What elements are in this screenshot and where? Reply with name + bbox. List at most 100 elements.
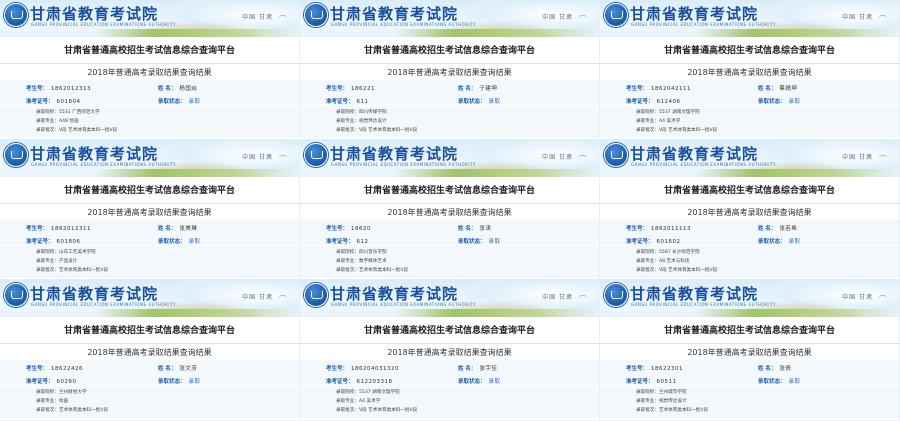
banner-grass-graphic xyxy=(95,309,299,317)
name-value: 张文芳 xyxy=(179,366,198,372)
batch-label: 录取批次： xyxy=(336,128,359,133)
exam-number-value: 186204031320 xyxy=(351,366,400,372)
result-title: 2018年普通高考录取结果查询结果 xyxy=(387,208,512,217)
banner-grass-graphic xyxy=(395,29,599,37)
banner-grass-graphic xyxy=(395,309,599,317)
site-name[interactable]: 甘肃省教育考试院 xyxy=(330,143,458,164)
region-label: 中国 甘肃 xyxy=(242,14,273,21)
platform-title: 甘肃省普通高校招生考试信息综合查询平台 xyxy=(663,46,835,56)
ticket-number-row: 准考证号： 60511 xyxy=(626,377,677,388)
school-value: 山东工艺美术学院 xyxy=(58,250,96,255)
exam-number-value: 1862042111 xyxy=(651,86,692,92)
exam-number-label: 考生号： xyxy=(26,86,49,92)
ticket-number-row: 准考证号： 612203318 xyxy=(326,377,393,388)
admission-info-table: 考生号： 18622426 姓 名： 张文芳 准考证号： 60260 录取状态： 录取 … xyxy=(0,360,299,418)
region-label: 中国 甘肃 xyxy=(842,14,873,21)
major-row: 录取专业：视觉传达设计 xyxy=(336,118,387,124)
exam-authority-logo-icon[interactable] xyxy=(604,3,628,27)
name-value: 于建坤 xyxy=(479,86,498,92)
batch-value: 艺术体育类本科一批V段 xyxy=(658,408,709,413)
batch-row: 录取批次：艺术体育类本科一批V段 xyxy=(36,407,108,413)
region-label: 中国 甘肃 xyxy=(542,154,573,161)
school-value: 兰州财经大学 xyxy=(58,390,87,395)
major-label: 录取专业： xyxy=(636,399,659,404)
exam-authority-logo-icon[interactable] xyxy=(604,143,628,167)
exam-number-row: 考生号： 1862012313 xyxy=(26,84,91,95)
bird-icon: ⌒ xyxy=(279,15,287,24)
exam-number-value: 18622301 xyxy=(651,366,684,372)
result-panel: 甘肃省教育考试院 GANSU PROVINCIAL EDUCATION EXAM… xyxy=(300,140,600,280)
site-banner: 甘肃省教育考试院 GANSU PROVINCIAL EDUCATION EXAM… xyxy=(0,140,299,177)
site-name[interactable]: 甘肃省教育考试院 xyxy=(30,143,158,164)
batch-row: 录取批次：V段 艺术体育类本科一批V段 xyxy=(636,267,717,273)
name-row: 姓 名： 于建坤 xyxy=(458,84,497,95)
result-title: 2018年普通高考录取结果查询结果 xyxy=(387,348,512,357)
result-title: 2018年普通高考录取结果查询结果 xyxy=(87,68,212,77)
exam-authority-logo-icon[interactable] xyxy=(604,283,628,307)
site-name[interactable]: 甘肃省教育考试院 xyxy=(330,283,458,304)
exam-number-label: 考生号： xyxy=(626,86,649,92)
divider xyxy=(300,203,599,204)
site-banner: 甘肃省教育考试院 GANSU PROVINCIAL EDUCATION EXAM… xyxy=(600,280,899,317)
admission-info-table: 考生号： 1862012311 姓 名： 张美琳 准考证号： 601806 录取状态：… xyxy=(0,220,299,278)
school-label: 录取院校： xyxy=(36,110,59,115)
divider xyxy=(600,105,899,106)
bird-icon: ⌒ xyxy=(879,15,887,24)
batch-label: 录取批次： xyxy=(36,268,59,273)
school-label: 录取院校： xyxy=(636,390,659,395)
name-row: 姓 名： 杨国焱 xyxy=(158,84,197,95)
divider xyxy=(300,63,599,64)
exam-authority-logo-icon[interactable] xyxy=(304,143,328,167)
exam-authority-logo-icon[interactable] xyxy=(4,143,28,167)
major-row: 录取专业：产品设计 xyxy=(36,258,77,264)
status-row: 录取状态： 录取 xyxy=(158,97,201,108)
major-label: 录取专业： xyxy=(336,259,359,264)
site-name[interactable]: 甘肃省教育考试院 xyxy=(630,283,758,304)
exam-number-row: 考生号： 18622301 xyxy=(626,364,683,375)
exam-authority-logo-icon[interactable] xyxy=(4,3,28,27)
bird-icon: ⌒ xyxy=(879,155,887,164)
major-label: 录取专业： xyxy=(336,399,359,404)
site-name[interactable]: 甘肃省教育考试院 xyxy=(30,283,158,304)
batch-value: 艺术体育类本科一批V段 xyxy=(358,268,409,273)
ticket-number-row: 准考证号： 612 xyxy=(326,237,369,248)
site-name[interactable]: 甘肃省教育考试院 xyxy=(630,143,758,164)
result-panel: 甘肃省教育考试院 GANSU PROVINCIAL EDUCATION EXAM… xyxy=(600,0,900,140)
school-row: 录取院校：5531 广西师范大学 xyxy=(36,109,100,115)
status-row: 录取状态： 录取 xyxy=(758,237,801,248)
screenshot-collage: 甘肃省教育考试院 GANSU PROVINCIAL EDUCATION EXAM… xyxy=(0,0,900,421)
major-label: 录取专业： xyxy=(636,119,659,124)
site-name[interactable]: 甘肃省教育考试院 xyxy=(30,3,158,24)
site-name[interactable]: 甘肃省教育考试院 xyxy=(630,3,758,24)
exam-authority-logo-icon[interactable] xyxy=(304,283,328,307)
ticket-number-row: 准考证号： 611 xyxy=(326,97,369,108)
site-name[interactable]: 甘肃省教育考试院 xyxy=(330,3,458,24)
result-panel: 甘肃省教育考试院 GANSU PROVINCIAL EDUCATION EXAM… xyxy=(0,280,300,421)
exam-number-value: 1862012311 xyxy=(51,226,92,232)
status-row: 录取状态： 录取 xyxy=(158,377,201,388)
batch-value: V段 艺术体育类本科一批V段 xyxy=(658,128,718,133)
site-subtitle: GANSU PROVINCIAL EDUCATION EXAMINATIONS … xyxy=(631,162,776,167)
major-value: 数字媒体艺术 xyxy=(358,259,387,264)
exam-authority-logo-icon[interactable] xyxy=(304,3,328,27)
school-label: 录取院校： xyxy=(636,250,659,255)
result-title: 2018年普通高考录取结果查询结果 xyxy=(387,68,512,77)
platform-title: 甘肃省普通高校招生考试信息综合查询平台 xyxy=(63,326,235,336)
batch-label: 录取批次： xyxy=(636,268,659,273)
result-panel: 甘肃省教育考试院 GANSU PROVINCIAL EDUCATION EXAM… xyxy=(600,140,900,280)
major-value: 视觉传达设计 xyxy=(358,119,387,124)
exam-authority-logo-icon[interactable] xyxy=(4,283,28,307)
name-label: 姓 名： xyxy=(758,366,777,372)
divider xyxy=(0,245,299,246)
admission-info-table: 考生号： 18620 姓 名： 张涛 准考证号： 612 录取状态： 录取 录取院校：四… xyxy=(300,220,599,278)
result-panel: 甘肃省教育考试院 GANSU PROVINCIAL EDUCATION EXAM… xyxy=(300,0,600,140)
school-row: 录取院校：兰州财经大学 xyxy=(36,389,87,395)
school-value: 5587 长沙师范学院 xyxy=(658,250,700,255)
divider xyxy=(300,385,599,386)
school-row: 录取院校：5537 湖南文理学院 xyxy=(336,389,400,395)
school-row: 录取院校：5537 湖南文理学院 xyxy=(636,109,700,115)
school-row: 录取院校：兰州城市学院 xyxy=(636,389,687,395)
ticket-number-row: 准考证号： 601804 xyxy=(26,97,81,108)
name-row: 姓 名： 张文芳 xyxy=(158,364,197,375)
name-value: 张倩 xyxy=(779,366,792,372)
